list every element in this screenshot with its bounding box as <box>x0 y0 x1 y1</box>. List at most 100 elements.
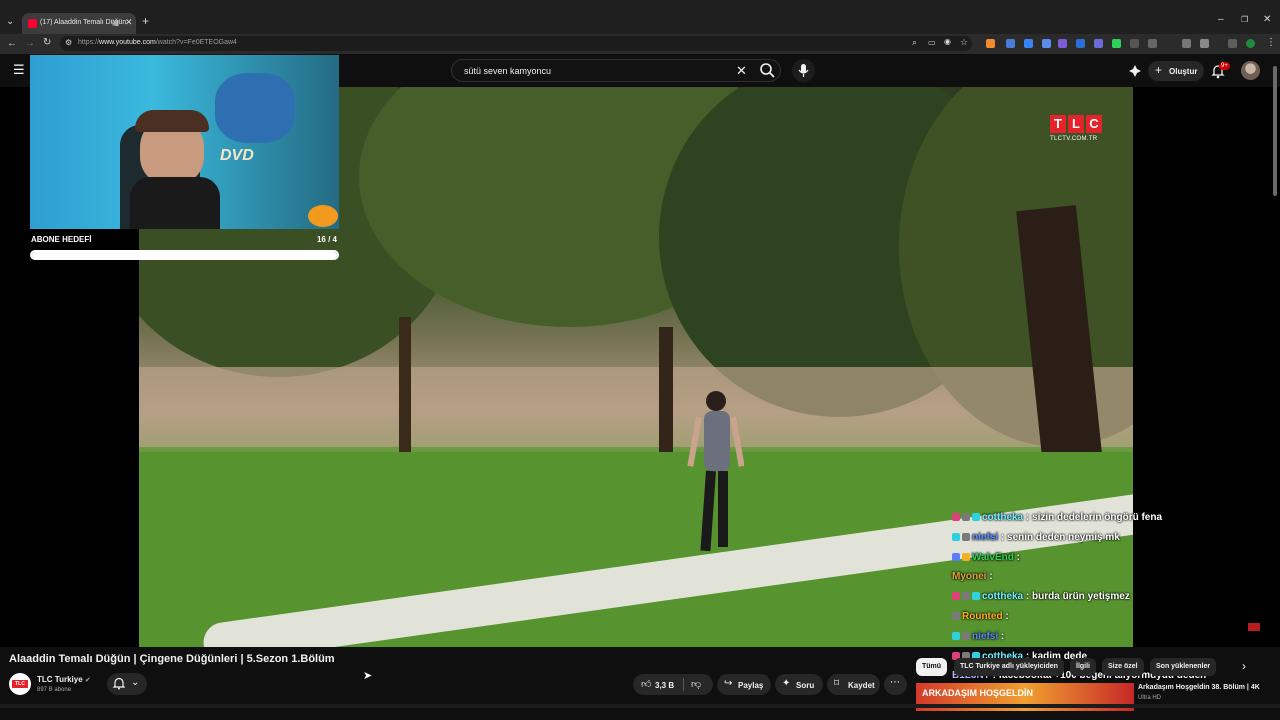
chat-text: : <box>1000 630 1005 642</box>
divider <box>683 678 684 691</box>
search-input[interactable]: sütü seven kamyoncu ✕ <box>451 59 781 82</box>
chat-badge-icon <box>952 552 960 561</box>
extension-icon[interactable] <box>1228 39 1237 48</box>
url-prefix: https:// <box>78 39 100 46</box>
mascot-poster <box>215 73 295 143</box>
chevron-right-icon[interactable]: › <box>1242 659 1246 673</box>
chat-message: cottheka : burda ürün yetişmez <box>952 591 1252 611</box>
share-button[interactable]: ↪ Paylaş <box>717 674 771 695</box>
hamburger-menu-icon[interactable]: ☰ <box>13 62 25 78</box>
browser-tab[interactable]: (17) Alaaddin Temalı Düğün ▣ ✕ <box>22 13 136 34</box>
thumbs-down-icon[interactable]: 👎︎ <box>691 678 701 690</box>
background-building <box>139 367 1133 447</box>
back-icon[interactable]: ← <box>7 38 17 49</box>
extension-icon[interactable] <box>1058 39 1067 48</box>
goal-label: ABONE HEDEFİ <box>31 235 92 244</box>
walking-woman <box>687 391 744 552</box>
tlc-letter: L <box>1068 115 1084 133</box>
scrollbar-thumb[interactable] <box>1273 66 1277 196</box>
extension-icon[interactable] <box>1076 39 1085 48</box>
tlc-url: TLCTV.COM.TR <box>1050 136 1098 142</box>
new-tab-icon[interactable]: + <box>142 14 149 28</box>
chat-text: : <box>1005 610 1009 622</box>
extensions-puzzle-icon[interactable] <box>1200 39 1209 48</box>
channel-avatar[interactable]: TLC <box>9 673 31 695</box>
extension-icon[interactable] <box>1182 39 1191 48</box>
create-button[interactable]: + Oluştur <box>1148 61 1204 81</box>
plus-icon: + <box>1155 63 1163 77</box>
chat-username: cottheka <box>982 591 1024 603</box>
more-horizontal-icon: ⋯ <box>890 677 900 688</box>
like-count[interactable]: 3,3 B <box>655 681 674 690</box>
zoom-icon[interactable]: ⌕ <box>912 37 917 48</box>
extension-icon[interactable] <box>986 39 995 48</box>
chat-username: Rounted <box>962 610 1003 622</box>
streamer-hair <box>135 110 209 132</box>
more-actions-button[interactable]: ⋯ <box>884 674 907 695</box>
extension-icon[interactable] <box>1094 39 1103 48</box>
eye-off-icon[interactable]: ◉ <box>944 37 951 46</box>
forward-icon[interactable]: → <box>25 38 35 49</box>
address-bar[interactable]: ⚙ https://www.youtube.com/watch?v=Fe0ETE… <box>60 36 972 51</box>
chat-badge-icon <box>952 631 960 640</box>
minimize-icon[interactable]: – <box>1218 14 1224 25</box>
voice-search-button[interactable] <box>792 59 815 82</box>
sparkle-icon[interactable] <box>1128 64 1143 78</box>
clear-search-icon[interactable]: ✕ <box>736 63 747 79</box>
save-button[interactable]: ⌑ Kaydet <box>827 674 880 695</box>
notification-badge: 9+ <box>1219 62 1230 70</box>
chat-username: niefsi <box>972 630 999 642</box>
chat-text: : senin deden neymiş mk <box>1000 531 1120 543</box>
chat-badge-icon <box>952 592 960 601</box>
goal-value: 16 / 4 <box>316 235 337 244</box>
reload-icon[interactable]: ↻ <box>43 37 51 48</box>
extension-icon[interactable] <box>1130 39 1139 48</box>
tab-search-chevron-icon[interactable]: ⌄ <box>6 16 14 27</box>
cast-icon[interactable]: ▭ <box>928 38 936 47</box>
extension-icon[interactable] <box>1148 39 1157 48</box>
channel-name-text: TLC Turkiye <box>37 675 83 684</box>
window-close-icon[interactable]: ✕ <box>1263 14 1271 25</box>
bookmark-star-icon[interactable]: ☆ <box>960 37 968 48</box>
bookmark-icon: ⌑ <box>834 678 840 689</box>
profile-icon[interactable] <box>1246 39 1255 48</box>
browser-menu-icon[interactable]: ⋮ <box>1266 37 1276 48</box>
browser-tab-strip: ⌄ (17) Alaaddin Temalı Düğün ▣ ✕ + – ❐ ✕ <box>0 0 1280 34</box>
youtube-favicon-icon <box>28 19 37 28</box>
chip-recent-uploads[interactable]: Son yüklenenler <box>1150 658 1217 676</box>
chip-all[interactable]: Tümü <box>916 658 948 676</box>
extension-icon[interactable] <box>1112 39 1121 48</box>
site-info-icon[interactable]: ⚙ <box>65 38 72 47</box>
thumbs-up-icon[interactable]: 👍︎ <box>641 678 651 690</box>
chat-badge-icon <box>972 513 980 521</box>
extension-icon[interactable] <box>1024 39 1033 48</box>
subscription-bell-button[interactable]: ⌄ <box>107 673 147 695</box>
tab-close-icon[interactable]: ✕ <box>125 17 133 28</box>
extension-icon[interactable] <box>1006 39 1015 48</box>
search-icon[interactable] <box>755 60 781 81</box>
recommended-title[interactable]: Arkadaşım Hoşgeldin 38. Bölüm | 4K <box>1138 684 1260 691</box>
tlc-letter: T <box>1050 115 1066 133</box>
tlc-letter: C <box>1086 115 1102 133</box>
chat-badge-icon <box>972 592 980 601</box>
chat-badge-icon <box>962 592 970 601</box>
chat-badge-icon <box>962 552 970 561</box>
channel-name[interactable]: TLC Turkiye ✔ <box>37 675 91 684</box>
mouse-cursor-icon: ➤ <box>363 670 373 682</box>
chat-username: WalvEnd <box>972 551 1014 563</box>
chat-username: niefsi <box>972 531 999 543</box>
ask-button[interactable]: ✦ Soru <box>775 674 823 695</box>
chip-related[interactable]: İlgili <box>1070 658 1096 676</box>
maximize-icon[interactable]: ❐ <box>1241 15 1248 24</box>
save-label: Kaydet <box>848 681 875 690</box>
chat-badge-icon <box>962 513 970 521</box>
user-avatar[interactable] <box>1241 61 1260 80</box>
chat-badge-icon <box>962 631 970 640</box>
microphone-icon <box>798 64 809 77</box>
chip-from-uploader[interactable]: TLC Turkiye adlı yükleyiciden <box>954 658 1064 676</box>
url-host: www.youtube.com <box>99 39 156 46</box>
chip-for-you[interactable]: Size özel <box>1102 658 1144 676</box>
chat-message: niefsi : <box>952 631 1252 651</box>
extension-icon[interactable] <box>1042 39 1051 48</box>
tab-audio-icon[interactable]: ▣ <box>112 18 120 27</box>
